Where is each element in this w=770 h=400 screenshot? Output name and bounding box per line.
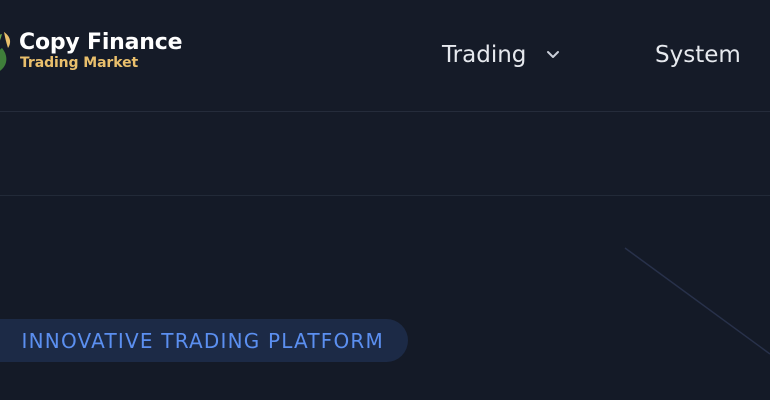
- hero-badge: INNOVATIVE TRADING PLATFORM: [0, 319, 408, 362]
- leaf-logo-icon: [0, 32, 11, 71]
- chevron-down-icon: [547, 51, 560, 58]
- decorative-line: [624, 247, 770, 355]
- brand-logo[interactable]: Copy Finance Trading Market: [0, 26, 186, 78]
- site-header: Copy Finance Trading Market Trading Syst…: [0, 0, 770, 112]
- nav-item-trading[interactable]: Trading: [442, 40, 560, 70]
- brand-subtitle: Trading Market: [20, 55, 139, 71]
- hero-section: INNOVATIVE TRADING PLATFORM: [0, 196, 770, 400]
- brand-title: Copy Finance: [19, 30, 183, 55]
- nav-item-system[interactable]: System: [655, 40, 741, 70]
- hero-badge-text: INNOVATIVE TRADING PLATFORM: [21, 328, 384, 353]
- page: Copy Finance Trading Market Trading Syst…: [0, 0, 770, 400]
- sub-navigation-bar: [0, 112, 770, 196]
- nav-item-system-label: System: [655, 42, 741, 68]
- nav-item-trading-label: Trading: [442, 42, 527, 68]
